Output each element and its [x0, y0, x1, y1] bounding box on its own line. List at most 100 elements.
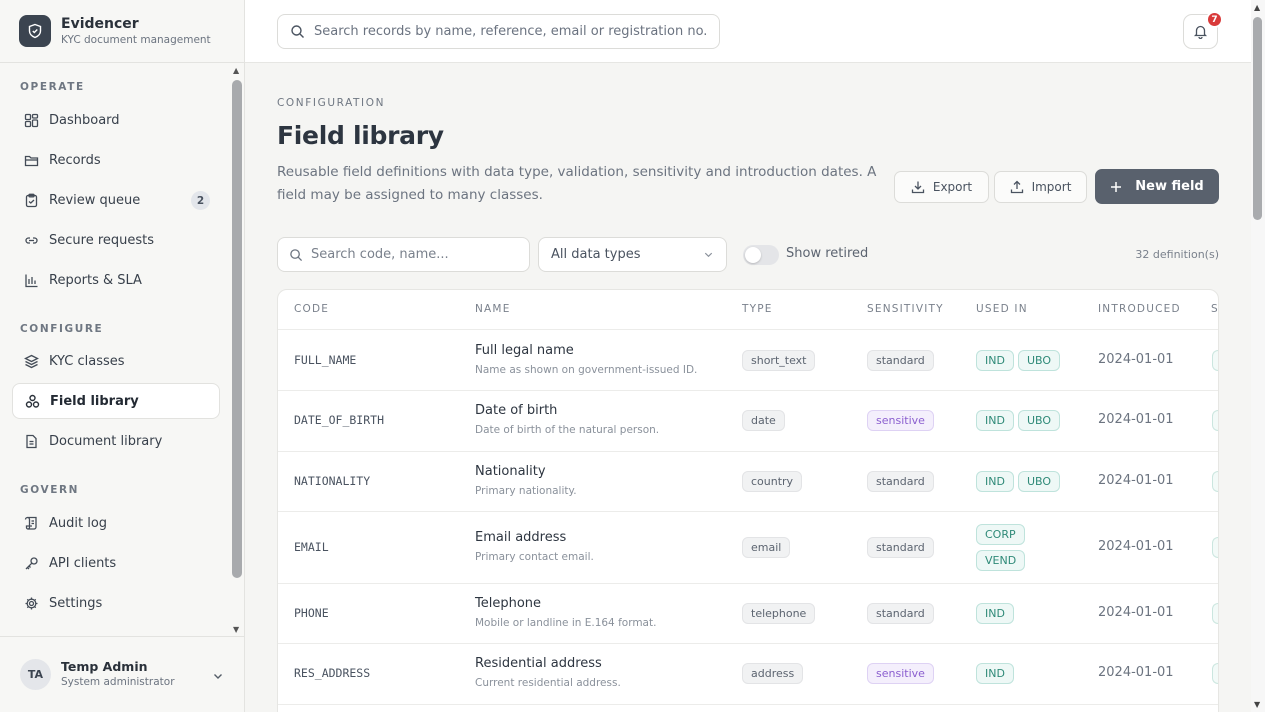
table-row[interactable]: DATE_OF_BIRTH Date of birth Date of birt… [278, 391, 1218, 452]
app-name: Evidencer [61, 15, 139, 32]
introduced-date: 2024-01-01 [1098, 539, 1174, 554]
col-used-in[interactable]: USED IN [976, 303, 1028, 315]
sensitivity-pill: standard [867, 537, 934, 558]
col-status[interactable]: S [1211, 303, 1218, 315]
page-description: Reusable field definitions with data typ… [277, 164, 877, 203]
sensitivity-pill: standard [867, 603, 934, 624]
upload-icon [1010, 180, 1024, 194]
shield-icon [19, 15, 51, 47]
scroll-down-icon[interactable]: ▼ [233, 625, 239, 634]
col-code[interactable]: CODE [294, 303, 329, 315]
introduced-date: 2024-01-01 [1098, 412, 1174, 427]
field-search-input[interactable] [311, 247, 529, 262]
plus-icon [1110, 181, 1122, 193]
chevron-down-icon[interactable] [212, 667, 224, 686]
col-introduced[interactable]: INTRODUCED [1098, 303, 1181, 315]
new-field-button[interactable]: New field [1095, 169, 1219, 204]
field-description: Mobile or landline in E.164 format. [475, 617, 657, 629]
status-pill [1212, 410, 1218, 431]
table-row[interactable]: EMAIL Email address Primary contact emai… [278, 512, 1218, 584]
type-pill: short_text [742, 350, 816, 371]
user-menu[interactable]: TA Temp Admin System administrator [0, 636, 244, 712]
status-pill [1212, 471, 1218, 492]
show-retired-toggle[interactable] [743, 245, 779, 265]
notification-count-badge: 7 [1206, 11, 1223, 28]
data-type-select[interactable]: All data types [538, 237, 727, 272]
sidebar-item-secure-requests[interactable]: Secure requests [12, 222, 220, 258]
folder-icon [22, 151, 40, 169]
export-button[interactable]: Export [894, 171, 989, 203]
sidebar-item-settings[interactable]: Settings [12, 585, 220, 621]
review-queue-badge: 2 [191, 191, 210, 210]
scroll-up-icon[interactable]: ▲ [233, 66, 239, 75]
introduced-date: 2024-01-01 [1098, 605, 1174, 620]
field-description: Name as shown on government-issued ID. [475, 364, 698, 376]
field-search[interactable] [277, 237, 530, 272]
class-tag: UBO [1018, 410, 1061, 431]
type-pill: telephone [742, 603, 816, 624]
table-row[interactable]: RES_ADDRESS Residential address Current … [278, 644, 1218, 705]
link-icon [22, 231, 40, 249]
field-code: DATE_OF_BIRTH [294, 413, 385, 427]
field-name: Nationality [475, 464, 546, 479]
col-type[interactable]: TYPE [742, 303, 773, 315]
clipboard-icon [22, 191, 40, 209]
class-tag: VEND [976, 550, 1026, 571]
sidebar-item-kyc-classes[interactable]: KYC classes [12, 343, 220, 379]
field-name: Telephone [475, 596, 542, 611]
user-name: Temp Admin [61, 659, 148, 674]
chevron-down-icon [703, 249, 714, 264]
field-table: CODE NAME TYPE SENSITIVITY USED IN INTRO… [277, 289, 1219, 712]
bar-chart-icon [22, 271, 40, 289]
introduced-date: 2024-01-01 [1098, 352, 1174, 367]
toggle-knob [745, 247, 761, 263]
key-icon [22, 554, 40, 572]
import-button[interactable]: Import [994, 171, 1087, 203]
sidebar-item-field-library[interactable]: Field library [12, 383, 220, 419]
type-pill: date [742, 410, 785, 431]
type-pill: email [742, 537, 791, 558]
bell-icon [1193, 24, 1208, 39]
page-scrollbar[interactable]: ▲ ▼ [1251, 0, 1265, 712]
page-title: Field library [277, 121, 444, 150]
shapes-icon [23, 392, 41, 410]
sidebar-item-audit-log[interactable]: Audit log [12, 505, 220, 541]
export-label: Export [932, 180, 973, 194]
search-icon [290, 24, 305, 39]
sidebar-nav: OPERATE Dashboard Records Review queue 2… [0, 64, 232, 636]
col-sensitivity[interactable]: SENSITIVITY [867, 303, 944, 315]
sidebar-scrollbar[interactable]: ▲ ▼ [232, 64, 244, 636]
scroll-icon [22, 514, 40, 532]
class-tag: UBO [1018, 350, 1061, 371]
introduced-date: 2024-01-01 [1098, 665, 1174, 680]
sidebar-item-label: Review queue [49, 192, 141, 208]
sidebar-item-dashboard[interactable]: Dashboard [12, 102, 220, 138]
sensitivity-pill: standard [867, 471, 934, 492]
scroll-down-icon[interactable]: ▼ [1254, 700, 1260, 709]
notifications-button[interactable]: 7 [1183, 11, 1223, 49]
global-search-input[interactable] [314, 24, 719, 39]
page-eyebrow: CONFIGURATION [277, 97, 386, 109]
page-scroll-thumb[interactable] [1253, 17, 1262, 220]
sidebar-item-reports[interactable]: Reports & SLA [12, 262, 220, 298]
sidebar-scroll-thumb[interactable] [232, 80, 242, 578]
sidebar-item-label: Reports & SLA [49, 272, 142, 288]
table-row[interactable]: NATIONALITY Nationality Primary national… [278, 452, 1218, 512]
field-code: NATIONALITY [294, 474, 371, 488]
table-row[interactable]: FULL_NAME Full legal name Name as shown … [278, 331, 1218, 391]
sidebar: Evidencer KYC document management OPERAT… [0, 0, 245, 712]
class-tag: CORP [976, 524, 1025, 545]
sidebar-item-label: Document library [49, 433, 163, 449]
class-tag: IND [976, 663, 1014, 684]
scroll-up-icon[interactable]: ▲ [1254, 3, 1260, 12]
layers-icon [22, 352, 40, 370]
table-row[interactable]: PHONE Telephone Mobile or landline in E.… [278, 584, 1218, 644]
global-search[interactable] [277, 14, 720, 49]
sidebar-item-records[interactable]: Records [12, 142, 220, 178]
introduced-date: 2024-01-01 [1098, 473, 1174, 488]
sidebar-item-document-library[interactable]: Document library [12, 423, 220, 459]
col-name[interactable]: NAME [475, 303, 511, 315]
sidebar-item-review-queue[interactable]: Review queue 2 [12, 182, 220, 218]
sidebar-item-label: Field library [50, 393, 139, 409]
sidebar-item-api-clients[interactable]: API clients [12, 545, 220, 581]
